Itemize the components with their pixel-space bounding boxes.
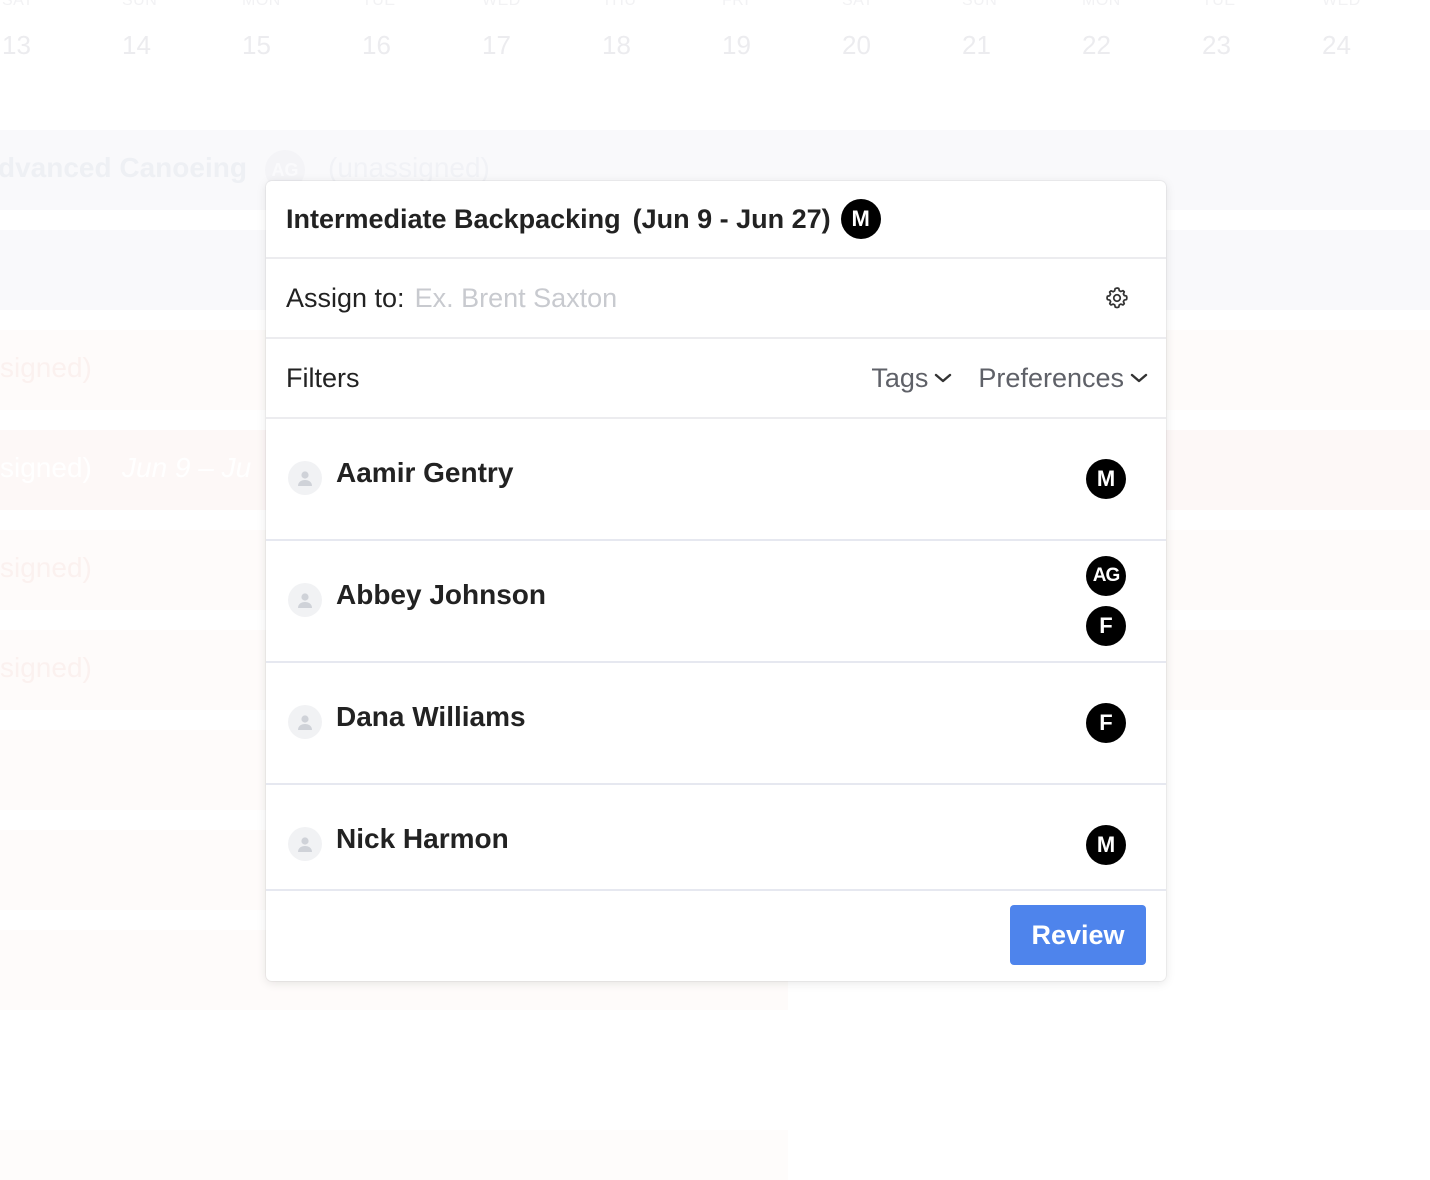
filters-label: Filters [286,362,360,393]
list-item[interactable]: Aamir Gentry M [266,419,1166,541]
calendar-row-dates: Jun 9 – Ju [122,452,252,483]
preferences-dropdown-label: Preferences [978,362,1124,393]
person-badges: M [1086,459,1126,499]
person-name: Nick Harmon [336,823,509,854]
calendar-day-name: SAT [842,0,874,9]
tags-dropdown[interactable]: Tags [871,363,952,394]
calendar-day-name: TUE [362,0,396,9]
assign-row: Assign to: [266,259,1166,339]
person-badges: M [1086,825,1126,865]
calendar-day-number: 22 [1082,30,1111,60]
leader-badge: AG [1086,556,1126,596]
leader-badge: M [1086,459,1126,499]
leader-badge: M [1086,825,1126,865]
chevron-down-icon [934,372,952,384]
leader-badge: M [840,199,881,239]
calendar-row-status: signed) [0,652,92,683]
gear-icon[interactable] [1102,283,1132,313]
person-placeholder-icon [288,705,322,739]
person-placeholder-icon [288,827,322,861]
leader-badge: F [1086,606,1126,646]
calendar-day-name: MON [242,0,281,9]
calendar-day-number: 18 [602,30,631,60]
popover-dates: (Jun 9 - Jun 27) [632,203,831,234]
calendar-row-status: signed) [0,552,92,583]
calendar-day-number: 16 [362,30,391,60]
person-badges: AG F [1086,556,1126,646]
calendar-row-status: signed) [0,452,92,483]
calendar-row [0,1130,788,1180]
chevron-down-icon [1130,372,1148,384]
list-item[interactable]: Dana Williams F [266,663,1166,785]
calendar-day-number: 17 [482,30,511,60]
calendar-day-name: THU [602,0,637,9]
calendar-day-name: MON [1082,0,1121,9]
calendar-day-name: TUE [1202,0,1236,9]
person-badges: F [1086,703,1126,743]
assign-input[interactable] [414,282,1102,314]
calendar-row-status: (unassigned) [328,152,490,183]
assignment-popover: Intermediate Backpacking (Jun 9 - Jun 27… [266,181,1166,981]
calendar-row-title: dvanced Canoeing [0,152,247,183]
people-list: Aamir Gentry M Abbey Johnson AG F Dana W… [266,419,1166,891]
calendar-day-number: 19 [722,30,751,60]
preferences-dropdown[interactable]: Preferences [978,363,1148,394]
calendar-day-number: 13 [2,30,31,60]
popover-footer: Review [266,891,1166,979]
calendar-day-number: 21 [962,30,991,60]
popover-header: Intermediate Backpacking (Jun 9 - Jun 27… [266,181,1166,259]
calendar-day-number: 23 [1202,30,1231,60]
person-placeholder-icon [288,461,322,495]
person-placeholder-icon [288,583,322,617]
calendar-day-name: WED [1322,0,1361,9]
calendar-day-number: 24 [1322,30,1351,60]
calendar-day-name: FRI [722,0,750,9]
calendar-day-name: SUN [962,0,998,9]
popover-title: Intermediate Backpacking [286,203,621,234]
leader-badge: F [1086,703,1126,743]
calendar-day-name: WED [482,0,521,9]
calendar-row-status: signed) [0,352,92,383]
person-name: Aamir Gentry [336,457,514,488]
assign-label: Assign to: [286,282,405,313]
tags-dropdown-label: Tags [871,362,929,393]
person-name: Abbey Johnson [336,579,547,610]
calendar-day-number: 14 [122,30,151,60]
list-item[interactable]: Abbey Johnson AG F [266,541,1166,663]
filters-row: Filters Tags Preferences [266,339,1166,419]
calendar-day-number: 15 [242,30,271,60]
review-button[interactable]: Review [1010,905,1146,965]
calendar-day-number: 20 [842,30,871,60]
person-name: Dana Williams [336,701,526,732]
calendar-day-name: SUN [122,0,158,9]
list-item[interactable]: Nick Harmon M [266,785,1166,891]
calendar-day-name: SAT [2,0,34,9]
